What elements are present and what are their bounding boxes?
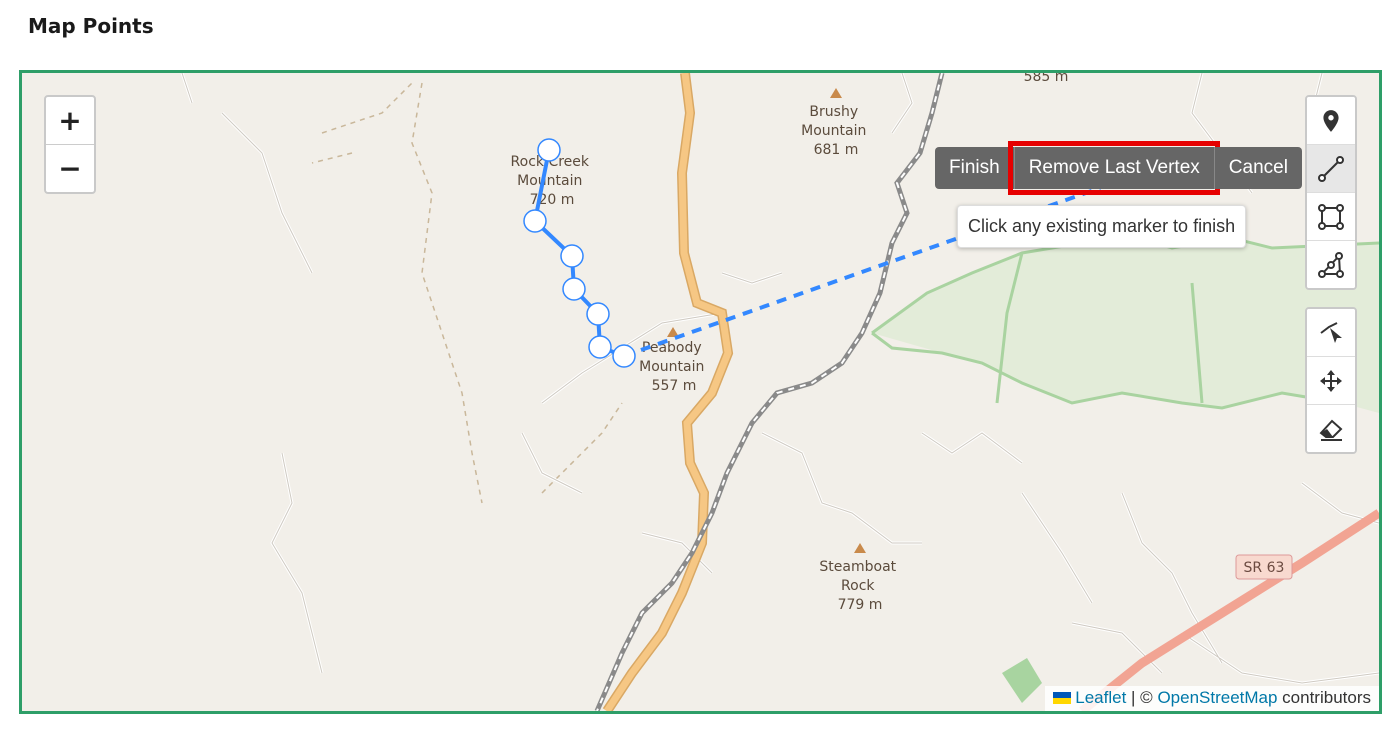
move-icon xyxy=(1320,369,1342,392)
vertex-marker[interactable] xyxy=(586,302,610,326)
label-rock-creek: Rock Creek Mountain 720 m xyxy=(511,154,594,208)
attribution-separator: | © xyxy=(1126,688,1158,707)
draw-actions: Finish Remove Last Vertex Cancel xyxy=(935,141,1302,195)
vertex-marker[interactable] xyxy=(612,344,636,368)
park-area xyxy=(872,233,1379,413)
label-steamboat: Steamboat Rock 779 m xyxy=(819,559,900,613)
vertex-marker[interactable] xyxy=(537,138,561,162)
peak-brushy-icon xyxy=(830,88,842,98)
label-brushy: Brushy Mountain 681 m xyxy=(801,104,871,158)
osm-link[interactable]: OpenStreetMap xyxy=(1157,688,1277,707)
draw-toolbar xyxy=(1305,95,1357,290)
state-route xyxy=(1079,509,1379,711)
polygon-icon xyxy=(1318,251,1344,278)
map-attribution: Leaflet | © OpenStreetMap contributors xyxy=(1045,686,1379,711)
remove-last-vertex-button[interactable]: Remove Last Vertex xyxy=(1007,141,1220,195)
polyline-icon xyxy=(1318,155,1344,182)
cut-icon xyxy=(1320,321,1342,343)
park-patch xyxy=(1002,658,1042,703)
eraser-icon xyxy=(1319,419,1343,441)
vertex-marker[interactable] xyxy=(523,209,547,233)
zoom-control: + − xyxy=(44,95,96,194)
railway xyxy=(594,73,945,711)
attribution-contributors: contributors xyxy=(1277,688,1371,707)
marker-icon xyxy=(1323,109,1339,132)
page-title: Map Points xyxy=(28,14,154,38)
edit-toolbar xyxy=(1305,307,1357,454)
leaflet-link[interactable]: Leaflet xyxy=(1075,688,1126,707)
draw-tooltip: Click any existing marker to finish xyxy=(957,205,1247,248)
ukraine-flag-icon xyxy=(1053,692,1072,704)
peak-steamboat-icon xyxy=(854,543,866,553)
vertex-marker[interactable] xyxy=(562,277,586,301)
erase-button[interactable] xyxy=(1307,404,1355,452)
draw-polyline-button[interactable] xyxy=(1307,144,1355,192)
move-button[interactable] xyxy=(1307,356,1355,404)
draw-polygon-button[interactable] xyxy=(1307,240,1355,288)
rectangle-icon xyxy=(1318,203,1344,230)
railway-dashes xyxy=(596,73,943,711)
label-top-elevation: 585 m xyxy=(1024,73,1069,85)
draw-rectangle-button[interactable] xyxy=(1307,192,1355,240)
zoom-out-button[interactable]: − xyxy=(46,144,94,192)
cancel-button[interactable]: Cancel xyxy=(1213,147,1302,189)
map-container[interactable]: 585 m Rock Creek Mountain 720 m Brushy M… xyxy=(19,70,1382,714)
vertex-marker[interactable] xyxy=(560,244,584,268)
vertex-marker[interactable] xyxy=(588,335,612,359)
zoom-in-button[interactable]: + xyxy=(46,97,94,144)
finish-button[interactable]: Finish xyxy=(935,147,1014,189)
route-shield-label: SR 63 xyxy=(1244,560,1285,576)
draw-marker-button[interactable] xyxy=(1307,97,1355,144)
cut-button[interactable] xyxy=(1307,309,1355,356)
